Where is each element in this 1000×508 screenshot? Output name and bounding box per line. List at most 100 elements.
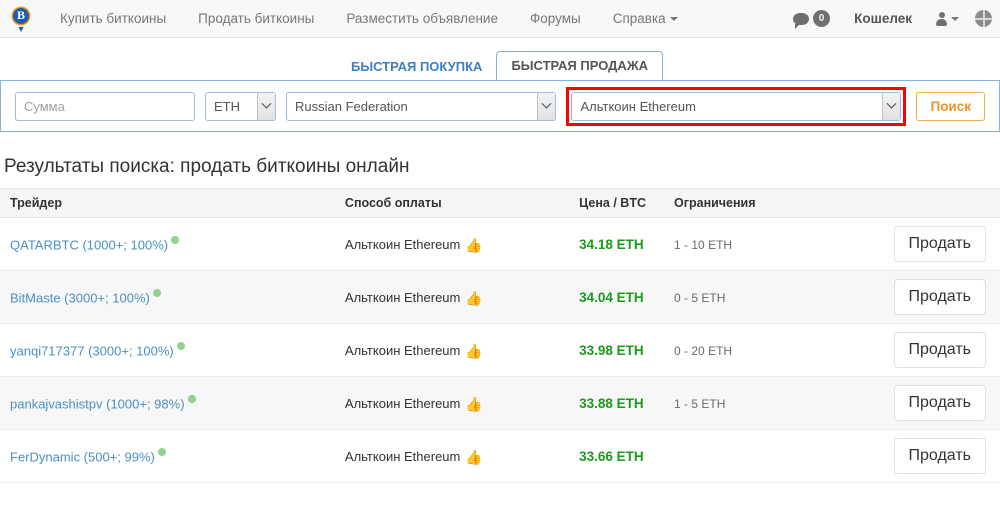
price-value: 33.88 ETH (579, 395, 644, 411)
trader-link[interactable]: yanqi717377 (3000+; 100%) (10, 343, 174, 358)
cell-method: Альткоин Ethereum 👍 (338, 376, 574, 430)
trader-link[interactable]: BitMaste (3000+; 100%) (10, 290, 150, 305)
limits-value: 1 - 5 ETH (674, 396, 726, 411)
cell-method: Альткоин Ethereum 👍 (338, 270, 574, 324)
chevron-down-icon (257, 92, 276, 120)
thumbs-up-icon: 👍 (465, 395, 483, 412)
payment-method-select[interactable]: Альткоин Ethereum (571, 91, 902, 121)
chevron-down-icon (537, 92, 556, 120)
tab-quick-sell[interactable]: БЫСТРАЯ ПРОДАЖА (496, 51, 663, 81)
cell-trader: QATARBTC (1000+; 100%) (0, 217, 339, 271)
payment-method-highlight: Альткоин Ethereum (566, 86, 907, 126)
cell-trader: FerDynamic (500+; 99%) (0, 429, 339, 483)
nav-post-ad-label: Разместить объявление (346, 11, 498, 26)
cell-trader: pankajvashistpv (1000+; 98%) (0, 376, 339, 430)
nav-sell-bitcoins[interactable]: Продать биткоины (182, 11, 330, 26)
cell-method: Альткоин Ethereum 👍 (338, 323, 574, 377)
sell-button[interactable]: Продать (893, 332, 986, 368)
limits-value: 0 - 20 ETH (674, 343, 733, 358)
sell-button[interactable]: Продать (893, 279, 986, 315)
tab-bar: БЫСТРАЯ ПОКУПКА БЫСТРАЯ ПРОДАЖА (0, 50, 1000, 81)
table-header-row: Трейдер Способ оплаты Цена / BTC Огранич… (0, 188, 1000, 218)
nav-forums-label: Форумы (529, 11, 581, 26)
site-logo[interactable]: B (6, 3, 36, 35)
nav-links: Купить биткоины Продать биткоины Размест… (44, 11, 694, 26)
cell-action: Продать (887, 270, 1000, 324)
limits-value: 1 - 10 ETH (674, 237, 733, 252)
trader-link[interactable]: QATARBTC (1000+; 100%) (10, 237, 168, 252)
cell-price: 33.66 ETH (573, 429, 669, 483)
cell-limits: 0 - 20 ETH (668, 323, 888, 377)
table-row: BitMaste (3000+; 100%) Альткоин Ethereum 👍… (0, 270, 1000, 324)
thumbs-up-icon: 👍 (465, 289, 483, 306)
navbar-right-group: 0 Кошелек (783, 10, 992, 29)
online-dot-icon (187, 394, 196, 403)
chevron-down-icon (882, 92, 901, 120)
payment-method-label: Альткоин Ethereum (344, 289, 461, 305)
chevron-down-icon (951, 16, 959, 21)
nav-help-label: Справка (612, 11, 666, 26)
price-value: 34.18 ETH (579, 236, 644, 252)
nav-help[interactable]: Справка (597, 11, 694, 26)
online-dot-icon (176, 341, 185, 350)
nav-buy-bitcoins[interactable]: Купить биткоины (44, 11, 182, 26)
payment-method-label: Альткоин Ethereum (344, 448, 461, 464)
quick-trade-section: БЫСТРАЯ ПОКУПКА БЫСТРАЯ ПРОДАЖА ETH Russ… (0, 38, 1000, 132)
results-title: Результаты поиска: продать биткоины онла… (4, 156, 410, 177)
cell-limits: 1 - 10 ETH (668, 217, 888, 271)
nav-sell-bitcoins-label: Продать биткоины (198, 11, 315, 26)
search-button[interactable]: Поиск (916, 91, 985, 121)
column-header-action (887, 188, 1000, 218)
cell-limits: 1 - 5 ETH (668, 376, 888, 430)
nav-forums[interactable]: Форумы (514, 11, 597, 26)
online-dot-icon (171, 235, 180, 244)
column-header-limits: Ограничения (668, 188, 888, 218)
cell-action: Продать (887, 376, 1000, 430)
search-amount-input[interactable] (15, 91, 195, 121)
globe-icon[interactable] (975, 10, 992, 27)
user-account-icon (936, 11, 947, 26)
cell-action: Продать (887, 217, 1000, 271)
price-value: 33.66 ETH (579, 448, 644, 464)
results-table: Трейдер Способ оплаты Цена / BTC Огранич… (0, 188, 1000, 483)
price-value: 33.98 ETH (579, 342, 644, 358)
online-dot-icon (152, 288, 161, 297)
cell-limits (668, 429, 888, 483)
messages-button[interactable]: 0 (783, 10, 840, 29)
cell-action: Продать (887, 429, 1000, 483)
tab-quick-buy[interactable]: БЫСТРАЯ ПОКУПКА (337, 53, 496, 81)
payment-method-label: Альткоин Ethereum (344, 395, 461, 411)
nav-buy-bitcoins-label: Купить биткоины (60, 11, 167, 26)
price-value: 34.04 ETH (579, 289, 644, 305)
cell-method: Альткоин Ethereum 👍 (338, 217, 574, 271)
trader-link[interactable]: pankajvashistpv (1000+; 98%) (10, 396, 185, 411)
trader-link[interactable]: FerDynamic (500+; 99%) (10, 449, 155, 464)
limits-value: 0 - 5 ETH (674, 290, 726, 305)
messages-count-badge: 0 (813, 10, 831, 27)
sell-button[interactable]: Продать (893, 226, 986, 262)
country-select-value: Russian Federation (295, 98, 408, 114)
thumbs-up-icon: 👍 (465, 236, 483, 253)
country-select[interactable]: Russian Federation (286, 91, 557, 121)
results-table-head: Трейдер Способ оплаты Цена / BTC Огранич… (0, 188, 1000, 218)
table-row: yanqi717377 (3000+; 100%) Альткоин Ethere… (0, 323, 1000, 377)
currency-select[interactable]: ETH (205, 91, 277, 121)
cell-price: 33.88 ETH (573, 376, 669, 430)
column-header-method: Способ оплаты (338, 188, 574, 218)
user-account-menu[interactable] (926, 11, 969, 26)
column-header-price: Цена / BTC (573, 188, 669, 218)
payment-method-select-value: Альткоин Ethereum (580, 98, 696, 114)
cell-trader: BitMaste (3000+; 100%) (0, 270, 339, 324)
cell-method: Альткоин Ethereum 👍 (338, 429, 574, 483)
top-navbar: B Купить биткоины Продать биткоины Разме… (0, 0, 1000, 38)
sell-button[interactable]: Продать (893, 385, 986, 421)
payment-method-label: Альткоин Ethereum (344, 342, 461, 358)
table-row: FerDynamic (500+; 99%) Альткоин Ethereum 👍… (0, 429, 1000, 483)
nav-post-ad[interactable]: Разместить объявление (330, 11, 514, 26)
wallet-link[interactable]: Кошелек (840, 11, 926, 26)
cell-price: 34.04 ETH (573, 270, 669, 324)
table-row: pankajvashistpv (1000+; 98%) Альткоин Eth… (0, 376, 1000, 430)
cell-price: 34.18 ETH (573, 217, 669, 271)
thumbs-up-icon: 👍 (465, 448, 483, 465)
sell-button[interactable]: Продать (893, 438, 986, 474)
